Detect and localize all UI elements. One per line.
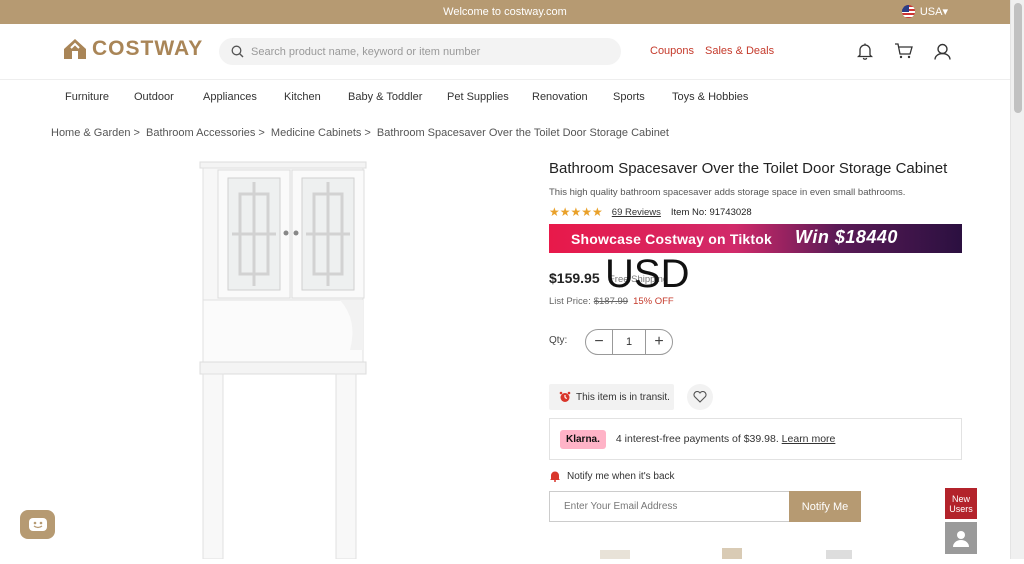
country-label: USA▾ (919, 6, 948, 18)
klarna-text: 4 interest-free payments of $39.98. Lear… (616, 433, 835, 445)
breadcrumb-separator: > (364, 127, 371, 139)
tiktok-promo-banner[interactable]: Showcase Costway on Tiktok Win $18440 (549, 224, 962, 253)
new-users-button[interactable]: New Users (945, 488, 977, 519)
email-field[interactable] (549, 491, 789, 522)
qty-increment-button[interactable]: + (646, 330, 672, 354)
nav-item-toys-hobbies[interactable]: Toys & Hobbies (672, 91, 748, 103)
nav-item-outdoor[interactable]: Outdoor (134, 91, 174, 103)
klarna-badge: Klarna. (560, 429, 606, 449)
klarna-payment-box: Klarna. 4 interest-free payments of $39.… (549, 418, 962, 460)
smiley-chat-icon (28, 517, 47, 531)
us-flag-icon (901, 5, 915, 18)
klarna-installments: 4 interest-free payments of $39.98. (615, 433, 779, 445)
nav-item-furniture[interactable]: Furniture (65, 91, 109, 103)
chat-widget-button[interactable] (20, 510, 55, 539)
product-price: $159.95 (549, 270, 600, 286)
quantity-stepper: − 1 + (585, 329, 673, 355)
house-logo-icon (64, 39, 86, 59)
cart-icon[interactable] (892, 40, 914, 62)
logo-text: COSTWAY (92, 37, 204, 60)
welcome-text: Welcome to costway.com (443, 6, 567, 18)
breadcrumb-separator: > (133, 127, 140, 139)
list-price-row: List Price: $187.99 15% OFF (549, 296, 674, 307)
bell-icon (550, 471, 560, 482)
qty-decrement-button[interactable]: − (586, 330, 612, 354)
transit-text: This item is in transit. (576, 391, 670, 403)
breadcrumb-home-garden[interactable]: Home & Garden (51, 127, 130, 139)
nav-item-renovation[interactable]: Renovation (532, 91, 588, 103)
costway-logo[interactable]: COSTWAY (62, 37, 203, 61)
feature-thumbnail[interactable] (712, 540, 772, 559)
feature-thumbnail[interactable] (595, 540, 655, 559)
notify-label: Notify me when it's back (567, 470, 675, 482)
discount-badge: 15% OFF (633, 296, 674, 307)
notification-bell-icon[interactable] (854, 40, 876, 62)
list-price-value: $187.99 (593, 296, 629, 307)
product-title: Bathroom Spacesaver Over the Toilet Door… (549, 160, 948, 177)
qty-value[interactable]: 1 (612, 330, 646, 354)
breadcrumb-medicine-cabinets[interactable]: Medicine Cabinets (271, 127, 362, 139)
item-number: Item No: 91743028 (670, 206, 752, 218)
search-bar[interactable] (219, 38, 621, 65)
account-user-icon[interactable] (931, 40, 953, 62)
currency-overlay: USD (605, 252, 690, 296)
reviews-link[interactable]: 69 Reviews (612, 207, 661, 218)
breadcrumb-bathroom-accessories[interactable]: Bathroom Accessories (146, 127, 255, 139)
transit-notice: This item is in transit. (549, 384, 674, 410)
qty-label: Qty: (549, 335, 568, 346)
klarna-learn-more-link[interactable]: Learn more (782, 433, 836, 445)
country-selector[interactable]: USA▾ (901, 5, 948, 18)
nav-item-pet-supplies[interactable]: Pet Supplies (447, 91, 509, 103)
product-subtitle: This high quality bathroom spacesaver ad… (549, 187, 906, 198)
banner-left-text: Showcase Costway on Tiktok (571, 230, 772, 247)
star-rating-icon: ★★★★★ (549, 205, 603, 219)
feature-thumbnail[interactable] (818, 540, 878, 559)
user-avatar-icon[interactable] (945, 522, 977, 554)
banner-right-text: Win $18440 (795, 227, 898, 247)
top-announcement-bar: Welcome to costway.com USA▾ (0, 0, 1010, 24)
category-nav: Furniture Outdoor Appliances Kitchen Bab… (0, 80, 1010, 115)
nav-item-appliances[interactable]: Appliances (203, 91, 257, 103)
search-icon (231, 45, 244, 58)
page-scrollbar[interactable] (1010, 0, 1024, 559)
list-price-label: List Price: (549, 296, 591, 307)
product-main-image[interactable] (40, 150, 520, 560)
breadcrumb-separator: > (258, 127, 265, 139)
notify-me-button[interactable]: Notify Me (789, 491, 861, 522)
search-input[interactable] (251, 45, 601, 58)
scrollbar-thumb[interactable] (1014, 3, 1022, 113)
notify-me-row: Notify me when it's back (549, 470, 675, 482)
nav-item-sports[interactable]: Sports (613, 91, 645, 103)
breadcrumb-current-product: Bathroom Spacesaver Over the Toilet Door… (376, 127, 669, 139)
site-header: COSTWAY Coupons Sales & Deals (0, 24, 1010, 80)
notify-form: Notify Me (549, 491, 861, 522)
sales-deals-link[interactable]: Sales & Deals (705, 45, 774, 57)
nav-item-kitchen[interactable]: Kitchen (284, 91, 321, 103)
coupons-link[interactable]: Coupons (650, 45, 694, 57)
wishlist-heart-icon[interactable] (687, 384, 713, 410)
breadcrumb: Home & Garden > Bathroom Accessories > Med… (51, 127, 672, 139)
alarm-clock-icon (559, 391, 571, 402)
nav-item-baby-toddler[interactable]: Baby & Toddler (348, 91, 422, 103)
product-rating: ★★★★★ 69 Reviews Item No: 91743028 (549, 205, 752, 219)
